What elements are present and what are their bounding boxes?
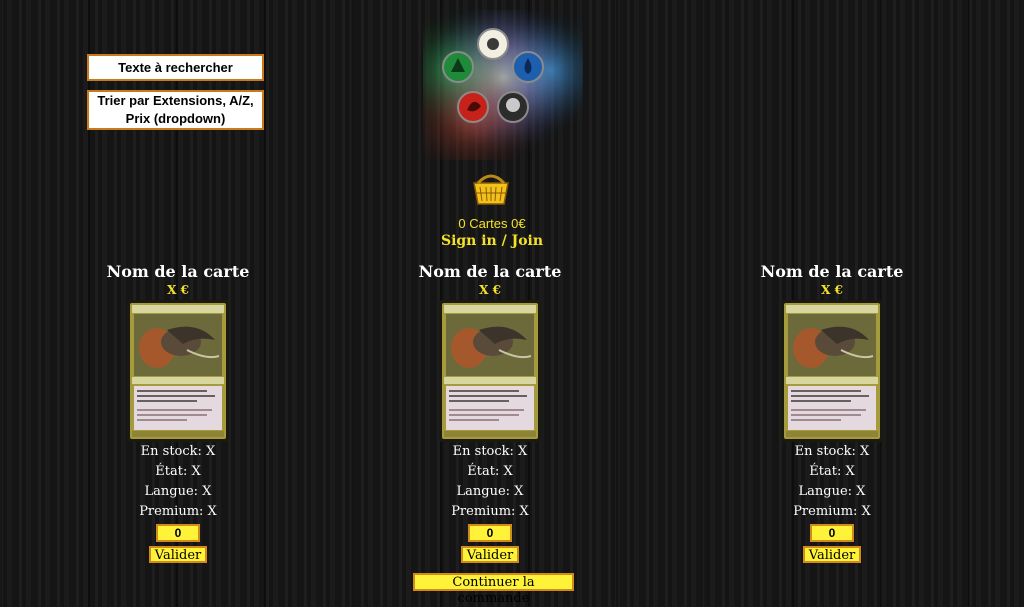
search-label: Texte à rechercher xyxy=(118,60,233,75)
continue-order-button[interactable]: Continuer la commande xyxy=(413,573,574,606)
product-card: Nom de la carte X € En stock: X État: X … xyxy=(88,262,268,563)
cart-summary: 0 Cartes 0€ xyxy=(458,216,526,231)
language-text: Langue: X xyxy=(798,484,866,499)
stock-text: En stock: X xyxy=(452,444,528,459)
card-image[interactable] xyxy=(781,300,883,442)
sort-dropdown[interactable]: Trier par Extensions, A/Z, Prix (dropdow… xyxy=(87,90,264,130)
condition-text: État: X xyxy=(809,464,855,479)
stock-text: En stock: X xyxy=(794,444,870,459)
quantity-input[interactable]: 0 xyxy=(468,524,512,542)
product-name: Nom de la carte xyxy=(106,262,250,281)
validate-button[interactable]: Valider xyxy=(148,546,208,563)
shopping-basket-icon[interactable] xyxy=(470,171,512,209)
mana-wheel-logo xyxy=(423,10,583,160)
product-price: X € xyxy=(167,283,189,297)
search-input[interactable]: Texte à rechercher xyxy=(87,54,264,81)
product-name: Nom de la carte xyxy=(418,262,562,281)
stock-text: En stock: X xyxy=(140,444,216,459)
quantity-input[interactable]: 0 xyxy=(156,524,200,542)
validate-button[interactable]: Valider xyxy=(460,546,520,563)
product-card: Nom de la carte X € En stock: X État: X … xyxy=(742,262,922,563)
quantity-input[interactable]: 0 xyxy=(810,524,854,542)
condition-text: État: X xyxy=(467,464,513,479)
product-name: Nom de la carte xyxy=(760,262,904,281)
language-text: Langue: X xyxy=(144,484,212,499)
condition-text: État: X xyxy=(155,464,201,479)
premium-text: Premium: X xyxy=(139,504,217,519)
premium-text: Premium: X xyxy=(451,504,529,519)
validate-button[interactable]: Valider xyxy=(802,546,862,563)
product-card: Nom de la carte X € En stock: X État: X … xyxy=(400,262,580,563)
product-price: X € xyxy=(479,283,501,297)
sort-label: Trier par Extensions, A/Z, Prix (dropdow… xyxy=(97,93,254,126)
card-image[interactable] xyxy=(439,300,541,442)
card-image[interactable] xyxy=(127,300,229,442)
product-price: X € xyxy=(821,283,843,297)
language-text: Langue: X xyxy=(456,484,524,499)
sign-in-link[interactable]: Sign in / Join xyxy=(392,233,592,249)
premium-text: Premium: X xyxy=(793,504,871,519)
